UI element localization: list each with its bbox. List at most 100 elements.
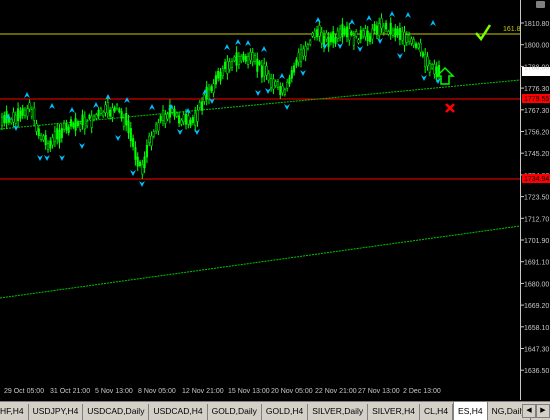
candle-body [28,102,31,110]
candle-body [136,156,139,167]
candle-body [95,114,98,119]
candle-body [37,128,40,136]
candle-body [417,43,420,49]
fractal-up-arrow-icon [49,103,55,109]
candle-body [58,130,61,143]
tab-hf-h4[interactable]: HF,H4 [0,404,29,420]
candle-body [122,117,125,127]
price-chart[interactable]: 161.8 [0,0,521,400]
candle-body [343,28,346,35]
candle-body [17,108,20,122]
candle-body [281,85,284,93]
candle-body [311,33,314,37]
candle-body [272,78,275,90]
candle-body [247,56,250,65]
time-label: 20 Nov 05:00 [271,388,313,395]
tab-silver-daily[interactable]: SILVER,Daily [308,404,369,420]
candle-body [182,114,185,123]
candle-body [357,39,360,44]
candle-body [299,49,303,62]
candle-body [72,123,75,128]
candle-body [279,86,282,95]
candle-body [350,31,353,36]
price-marker-label: 1779.55 [524,96,549,103]
price-label: 1658.10 [524,325,549,332]
fractal-down-arrow-icon [37,155,43,161]
candle-body [389,22,392,35]
candle-body [274,81,277,87]
trendline-lower [0,225,521,299]
candle-body [419,42,422,53]
tab-gold-h4[interactable]: GOLD,H4 [261,404,309,420]
candle-body [433,64,436,75]
fractal-down-arrow-icon [139,181,145,187]
candle-body [286,81,289,89]
tab-gold-daily[interactable]: GOLD,Daily [207,404,262,420]
candle-body [145,145,148,158]
candle-body [33,107,36,121]
tab-scroll-left-icon[interactable]: ◀ [522,404,536,418]
candle-body [270,78,273,88]
candle-body [21,108,24,116]
price-label: 1680.00 [524,281,549,288]
candle-body [226,61,229,74]
price-label: 1701.90 [524,238,549,245]
candle-body [99,108,102,114]
fractal-up-arrow-icon [366,15,372,21]
fractal-down-arrow-icon [255,90,261,96]
candle-body [382,25,385,33]
time-label: 2 Dec 13:00 [403,388,441,395]
candle-body [263,63,266,77]
candle-body [424,54,427,68]
time-label: 15 Nov 13:00 [228,388,270,395]
candle-body [366,30,369,42]
candle-body [86,121,89,127]
price-label: 1800.00 [524,43,549,50]
candle-body [410,38,413,44]
tab-usdcad-daily[interactable]: USDCAD,Daily [83,404,150,420]
candle-body [283,89,286,95]
candle-body [233,56,236,61]
candle-body [23,109,27,117]
candle-body [230,61,234,69]
candle-body [334,36,337,44]
tab-usdjpy-h4[interactable]: USDJPY,H4 [28,404,84,420]
candle-body [81,114,84,126]
tab-es-h4[interactable]: ES,H4 [453,402,488,420]
candle-body [212,83,215,94]
tab-usdcad-h4[interactable]: USDCAD,H4 [149,404,208,420]
candle-body [341,24,344,38]
price-label: 1723.50 [524,195,549,202]
candle-body [42,135,45,141]
price-label: 1788.00 [524,64,549,71]
candle-body [155,124,158,132]
candle-body [396,28,399,36]
chart-area[interactable]: 161.8 29 Oct 05:00 31 Oct 21:00 5 Nov 13:0… [0,0,521,400]
candle-body [164,114,167,124]
fractal-up-arrow-icon [245,40,251,46]
candle-body [260,65,263,78]
candle-body [318,25,321,37]
fractal-down-arrow-icon [377,38,383,44]
candle-body [240,56,243,62]
candle-body [290,69,293,79]
candle-body [293,65,296,73]
candle-body [141,164,144,175]
price-label: 1712.70 [524,216,549,223]
candle-body [79,123,82,130]
fractal-up-arrow-icon [24,92,30,98]
candle-body [127,120,130,134]
candle-body [414,43,418,48]
candle-body [40,134,43,140]
tab-silver-h4[interactable]: SILVER,H4 [368,404,420,420]
candle-body [228,61,231,70]
candle-body [118,108,121,113]
tab-cl-h4[interactable]: CL,H4 [419,404,454,420]
candle-body [345,26,349,38]
chart-close-icon[interactable] [536,1,545,8]
candle-body [180,119,183,125]
candle-body [207,88,211,100]
fractal-down-arrow-icon [115,135,121,141]
candle-body [148,135,151,144]
tab-scroll-right-icon[interactable]: ▶ [536,404,550,418]
